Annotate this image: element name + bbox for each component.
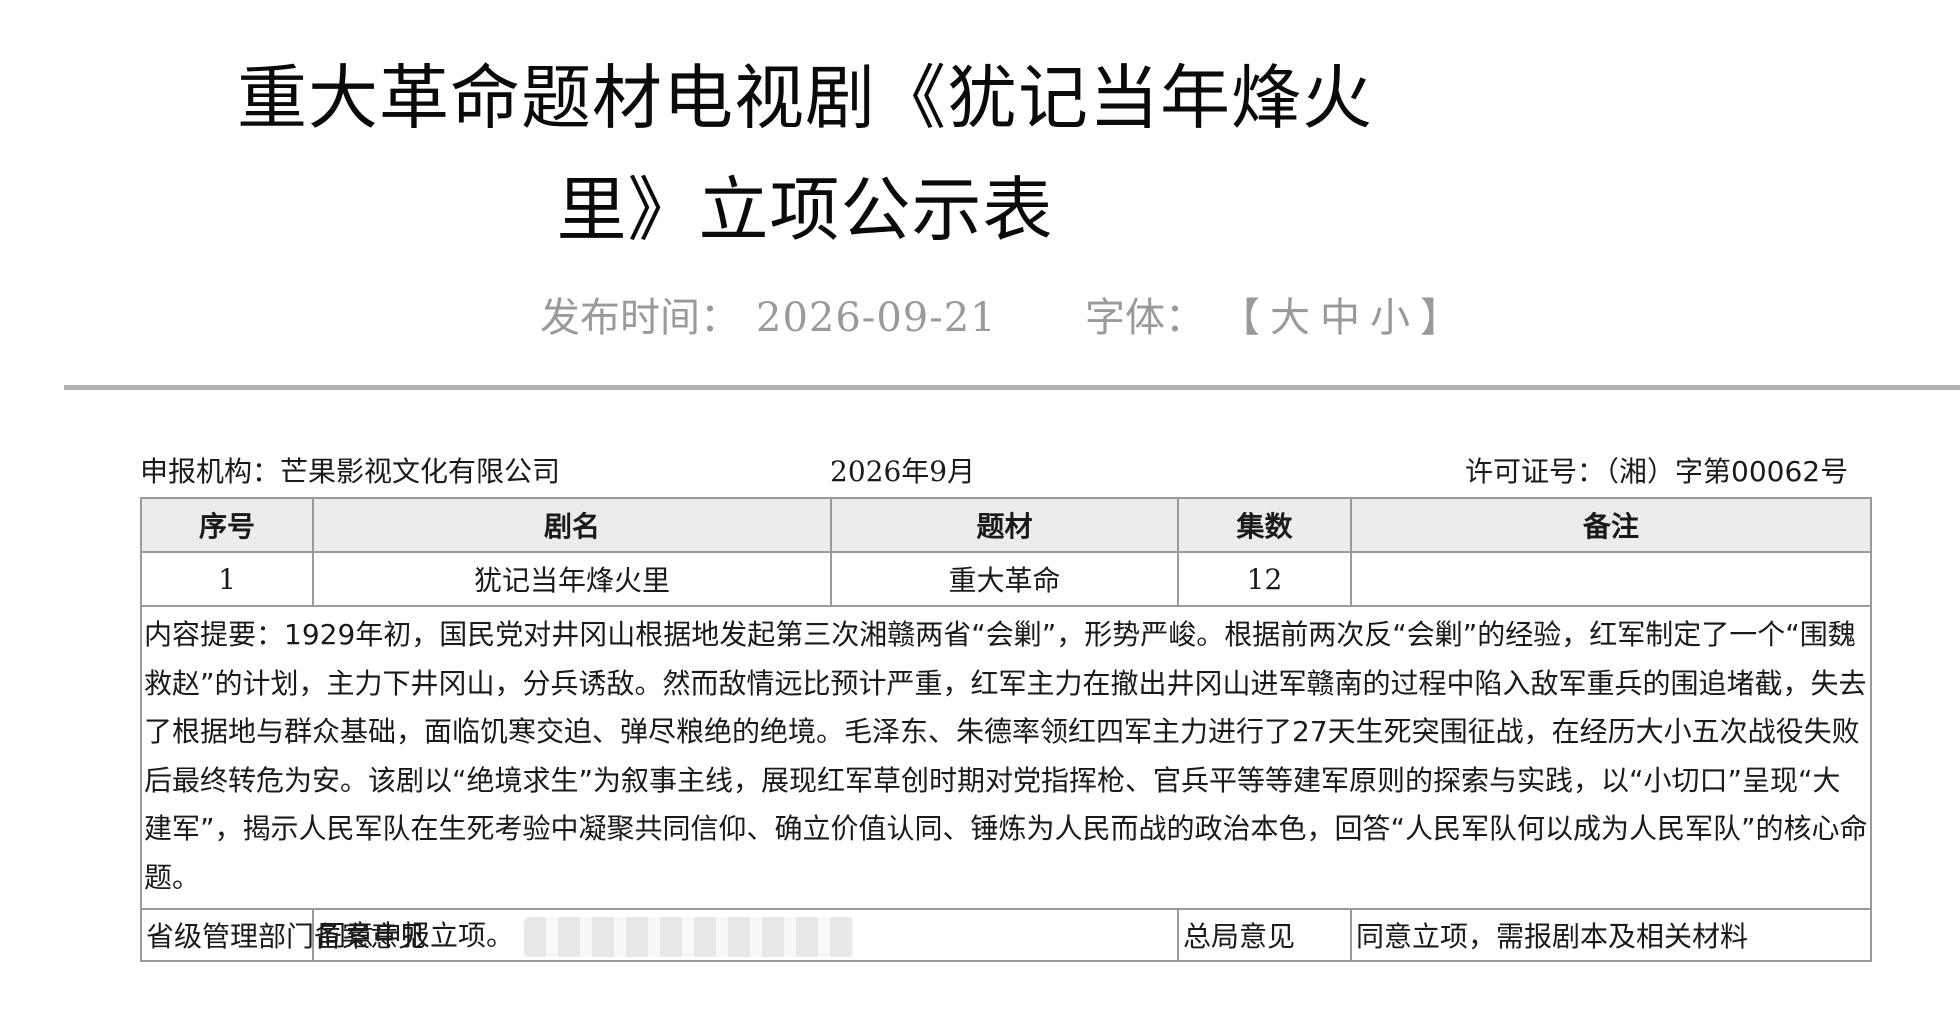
title-line-1: 重大革命题材电视剧《犹记当年烽火	[237, 57, 1373, 139]
header-index: 序号	[140, 497, 314, 553]
summary-row: 内容提要：1929年初，国民党对井冈山根据地发起第三次湘赣两省“会剿”，形势严峻…	[140, 605, 1872, 910]
table-header-row: 序号 剧名 题材 集数 备注	[140, 497, 1872, 553]
title-line-2: 里》立项公示表	[556, 169, 1054, 251]
redacted-band	[524, 916, 855, 957]
cell-genre: 重大革命	[830, 551, 1179, 607]
divider	[64, 385, 1960, 390]
provincial-opinion-value: 同意申报立项。	[312, 908, 1179, 962]
bureau-opinion-value: 同意立项，需报剧本及相关材料	[1350, 908, 1872, 962]
cell-episodes: 12	[1177, 551, 1352, 607]
header-name: 剧名	[312, 497, 832, 553]
publish-meta: 发布时间： 2026-09-21 字体： 【大中小】	[0, 288, 1960, 348]
header-genre: 题材	[830, 497, 1179, 553]
header-note: 备注	[1350, 497, 1872, 553]
apply-month: 2026年9月	[830, 455, 976, 488]
cell-name: 犹记当年烽火里	[312, 551, 832, 607]
cell-index: 1	[140, 551, 314, 607]
provincial-opinion-text: 同意申报立项。	[318, 918, 515, 952]
header-episodes: 集数	[1177, 497, 1352, 553]
document-title: 重大革命题材电视剧《犹记当年烽火 里》立项公示表	[0, 42, 1610, 266]
cell-note	[1350, 551, 1872, 607]
provincial-opinion-label: 省级管理部门备案意见	[140, 908, 426, 962]
project-table: 序号 剧名 题材 集数 备注 1 犹记当年烽火里 重大革命 12 内容提要：19…	[140, 497, 1872, 962]
publish-label: 发布时间：	[540, 295, 740, 341]
applicant-org: 申报机构：芒果影视文化有限公司	[140, 455, 561, 488]
table-row: 1 犹记当年烽火里 重大革命 12	[140, 551, 1872, 607]
license-number: 许可证号：（湘）字第00062号	[1465, 455, 1849, 488]
font-size-selector[interactable]: 【大中小】	[1220, 288, 1470, 348]
font-size-label: 字体：	[1085, 295, 1205, 341]
publish-date: 2026-09-21	[756, 295, 997, 341]
bureau-opinion-label: 总局意见	[1177, 908, 1352, 962]
content-summary: 内容提要：1929年初，国民党对井冈山根据地发起第三次湘赣两省“会剿”，形势严峻…	[140, 605, 1872, 910]
opinion-row: 省级管理部门备案意见 同意申报立项。 总局意见 同意立项，需报剧本及相关材料	[140, 908, 1872, 962]
